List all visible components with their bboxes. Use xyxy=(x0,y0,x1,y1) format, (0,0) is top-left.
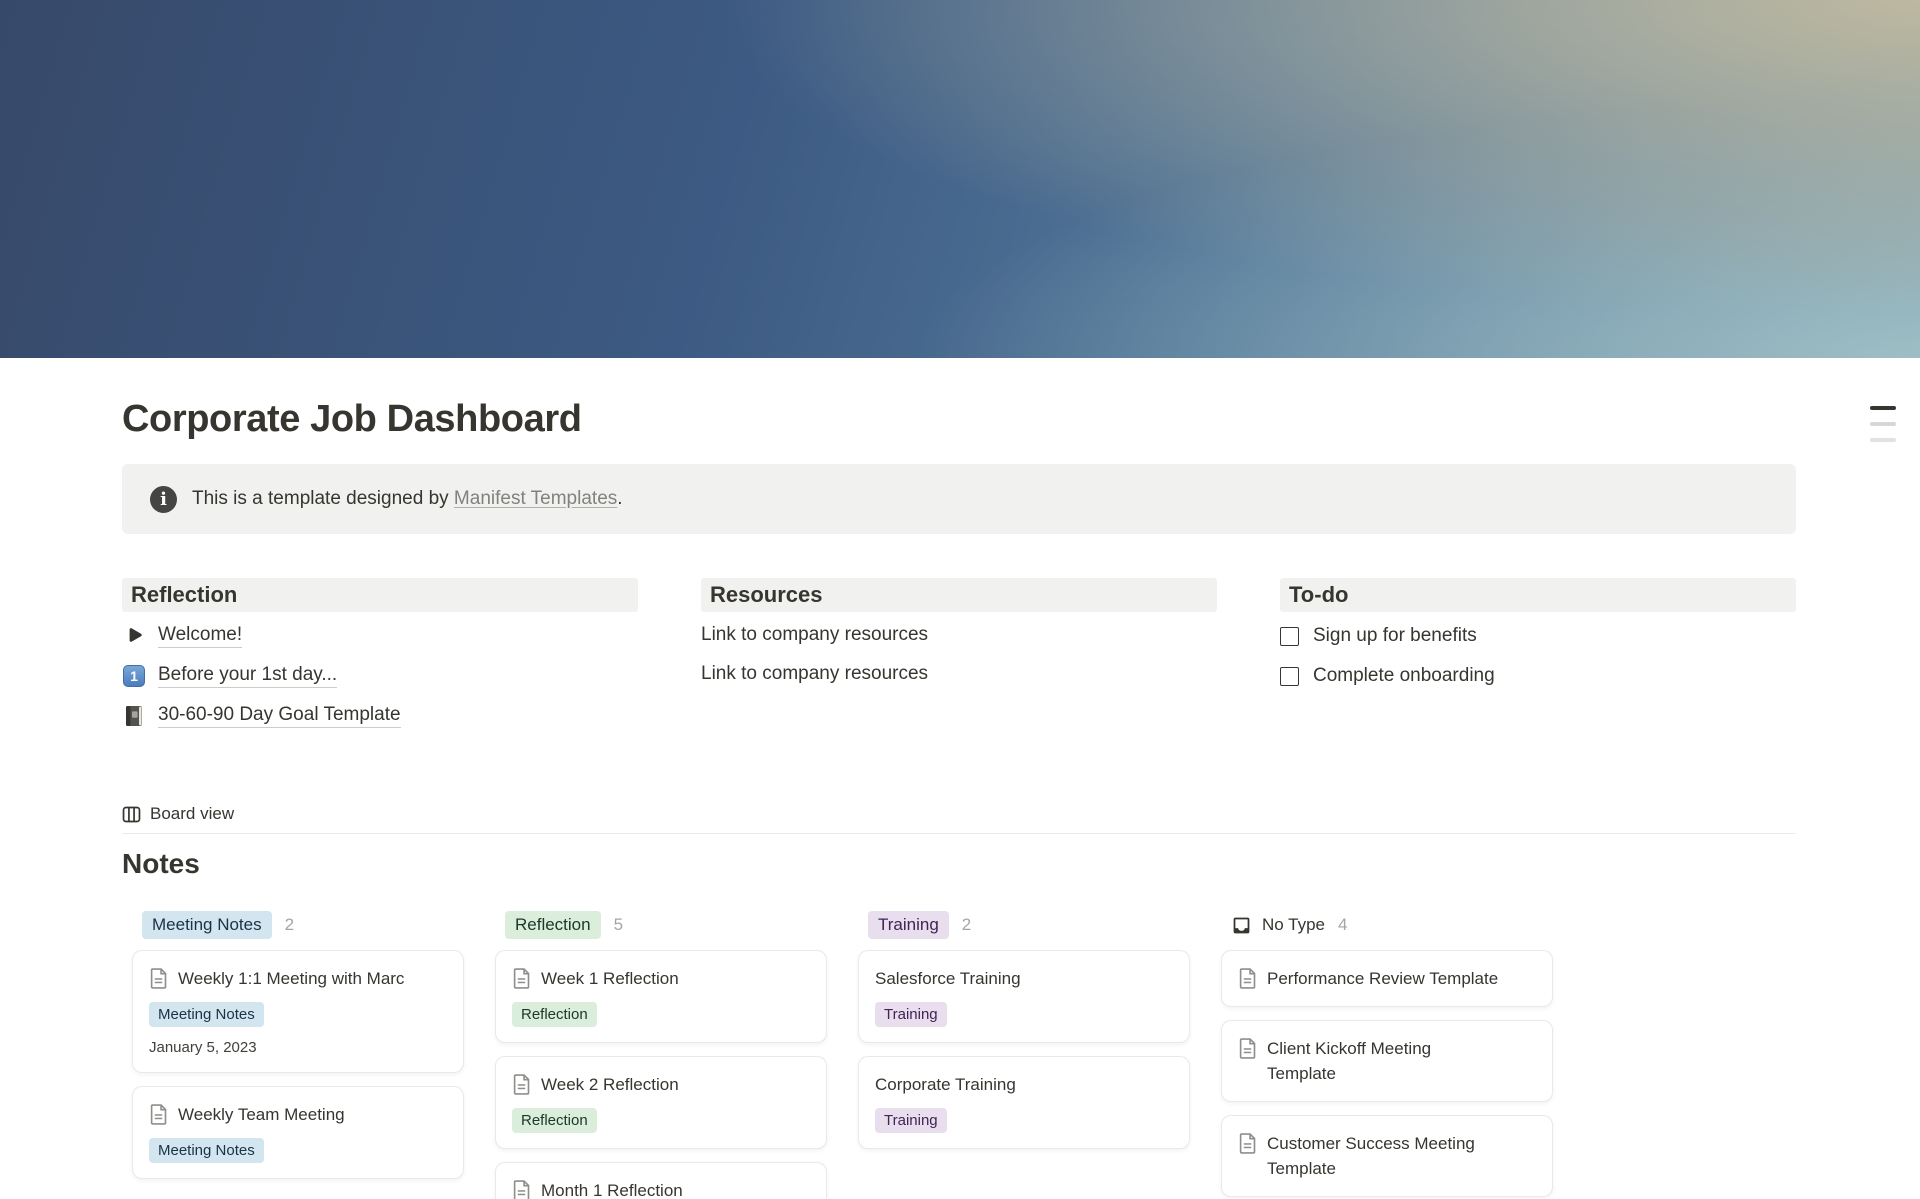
document-icon xyxy=(512,1074,531,1095)
page-link-label: Welcome! xyxy=(158,624,242,648)
page-link-label: 30-60-90 Day Goal Template xyxy=(158,704,401,728)
group-count: 2 xyxy=(962,915,971,935)
keycap-1-icon: 1 xyxy=(122,664,146,688)
board-column-no-type: No Type 4 Performance Review Template xyxy=(1221,910,1553,1199)
template-callout: i This is a template designed by Manifes… xyxy=(122,464,1796,534)
card-title: Week 2 Reflection xyxy=(541,1072,679,1097)
play-icon xyxy=(122,624,146,648)
card-weekly-11-meeting[interactable]: Weekly 1:1 Meeting with Marc Meeting Not… xyxy=(132,950,464,1073)
card-client-kickoff-meeting-template[interactable]: Client Kickoff Meeting Template xyxy=(1221,1020,1553,1102)
card-title: Client Kickoff Meeting Template xyxy=(1267,1036,1482,1086)
toc-line xyxy=(1870,422,1896,426)
resource-link[interactable]: Link to company resources xyxy=(701,619,1217,651)
board-title: Notes xyxy=(122,846,1796,882)
toc-line xyxy=(1870,438,1896,442)
group-count: 2 xyxy=(285,915,294,935)
manifest-templates-link[interactable]: Manifest Templates xyxy=(454,488,617,509)
card-title: Weekly 1:1 Meeting with Marc xyxy=(178,966,404,991)
heading-todo: To-do xyxy=(1280,578,1796,612)
group-pill-meeting-notes[interactable]: Meeting Notes xyxy=(142,911,272,939)
checkbox-unchecked[interactable] xyxy=(1280,627,1299,646)
card-title: Month 1 Reflection xyxy=(541,1178,683,1199)
todo-label: Complete onboarding xyxy=(1313,665,1495,687)
page-title: Corporate Job Dashboard xyxy=(122,358,1796,442)
card-customer-success-meeting-template[interactable]: Customer Success Meeting Template xyxy=(1221,1115,1553,1197)
inbox-icon xyxy=(1231,915,1252,936)
resource-link[interactable]: Link to company resources xyxy=(701,658,1217,690)
card-date: January 5, 2023 xyxy=(149,1038,447,1057)
card-title: Corporate Training xyxy=(875,1072,1016,1097)
tab-label: Board view xyxy=(150,804,234,824)
card-title: Weekly Team Meeting xyxy=(178,1102,345,1127)
card-title: Week 1 Reflection xyxy=(541,966,679,991)
column-reflection: Reflection Welcome! 1 Before your 1st da… xyxy=(122,578,638,732)
card-tag: Training xyxy=(875,1108,947,1133)
callout-text: This is a template designed by Manifest … xyxy=(192,488,623,510)
card-tag: Reflection xyxy=(512,1108,597,1133)
card-title: Salesforce Training xyxy=(875,966,1021,991)
page-link-welcome[interactable]: Welcome! xyxy=(122,620,638,652)
document-icon xyxy=(512,1180,531,1199)
notes-board: Meeting Notes 2 Weekly 1:1 Meeting with … xyxy=(122,910,1796,1199)
card-title: Customer Success Meeting Template xyxy=(1267,1131,1482,1181)
group-pill-reflection[interactable]: Reflection xyxy=(505,911,601,939)
notebook-icon xyxy=(122,704,146,728)
board-column-meeting-notes: Meeting Notes 2 Weekly 1:1 Meeting with … xyxy=(132,910,464,1192)
checkbox-unchecked[interactable] xyxy=(1280,667,1299,686)
document-icon xyxy=(149,968,168,989)
card-week-1-reflection[interactable]: Week 1 Reflection Reflection xyxy=(495,950,827,1043)
heading-resources: Resources xyxy=(701,578,1217,612)
card-corporate-training[interactable]: Corporate Training Training xyxy=(858,1056,1190,1149)
document-icon xyxy=(149,1104,168,1125)
todo-label: Sign up for benefits xyxy=(1313,625,1477,647)
todo-item: Complete onboarding xyxy=(1280,660,1796,692)
todo-item: Sign up for benefits xyxy=(1280,620,1796,652)
card-tag: Meeting Notes xyxy=(149,1002,264,1027)
cover-image xyxy=(0,0,1920,358)
card-month-1-reflection[interactable]: Month 1 Reflection xyxy=(495,1162,827,1199)
card-tag: Reflection xyxy=(512,1002,597,1027)
page-link-30-60-90[interactable]: 30-60-90 Day Goal Template xyxy=(122,700,638,732)
column-todo: To-do Sign up for benefits Complete onbo… xyxy=(1280,578,1796,732)
page-link-label: Before your 1st day... xyxy=(158,664,337,688)
tab-board-view[interactable]: Board view xyxy=(122,804,234,824)
group-count: 5 xyxy=(614,915,623,935)
info-icon: i xyxy=(150,486,177,513)
document-icon xyxy=(512,968,531,989)
table-of-contents-indicator[interactable] xyxy=(1870,406,1896,442)
card-performance-review-template[interactable]: Performance Review Template xyxy=(1221,950,1553,1007)
card-week-2-reflection[interactable]: Week 2 Reflection Reflection xyxy=(495,1056,827,1149)
page-link-before-first-day[interactable]: 1 Before your 1st day... xyxy=(122,660,638,692)
card-tag: Training xyxy=(875,1002,947,1027)
group-pill-training[interactable]: Training xyxy=(868,911,949,939)
group-count: 4 xyxy=(1338,915,1347,935)
view-tab-bar: Board view xyxy=(122,804,1796,834)
document-icon xyxy=(1238,1038,1257,1059)
card-weekly-team-meeting[interactable]: Weekly Team Meeting Meeting Notes xyxy=(132,1086,464,1179)
card-title: Performance Review Template xyxy=(1267,966,1498,991)
card-salesforce-training[interactable]: Salesforce Training Training xyxy=(858,950,1190,1043)
board-column-reflection: Reflection 5 Week 1 Reflection Reflectio… xyxy=(495,910,827,1199)
group-label-no-type[interactable]: No Type xyxy=(1262,915,1325,935)
card-tag: Meeting Notes xyxy=(149,1138,264,1163)
document-icon xyxy=(1238,1133,1257,1154)
document-icon xyxy=(1238,968,1257,989)
board-column-training: Training 2 Salesforce Training Training … xyxy=(858,910,1190,1162)
column-resources: Resources Link to company resources Link… xyxy=(701,578,1217,732)
toc-line xyxy=(1870,406,1896,410)
heading-reflection: Reflection xyxy=(122,578,638,612)
board-view-icon xyxy=(122,805,141,824)
